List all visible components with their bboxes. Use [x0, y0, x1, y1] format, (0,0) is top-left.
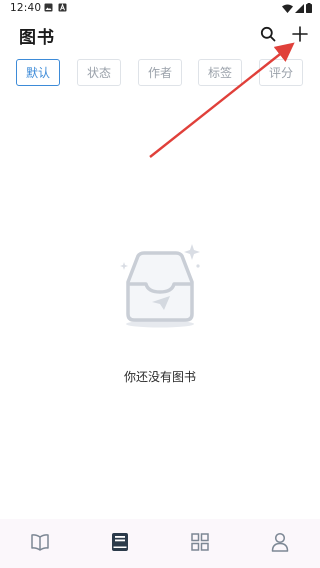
nav-profile[interactable] [268, 532, 292, 556]
status-time: 12:40 [10, 2, 42, 14]
bottom-nav [0, 519, 320, 568]
open-book-icon [30, 533, 50, 555]
sort-chip-status[interactable]: 状态 [77, 59, 121, 86]
empty-box-icon [112, 242, 208, 338]
sort-chip-tag[interactable]: 标签 [198, 59, 242, 86]
person-icon [271, 532, 289, 556]
notification-a-icon [58, 3, 67, 15]
nav-books[interactable] [108, 532, 132, 556]
sort-chips: 默认 状态 作者 标签 评分 [16, 59, 316, 88]
battery-icon [306, 3, 312, 16]
wifi-icon [282, 4, 293, 16]
plus-icon[interactable] [290, 24, 310, 44]
page-title: 图书 [19, 28, 55, 48]
sort-chip-label: 状态 [86, 66, 111, 80]
books-screen: 12:40 图书 默认 状态 作者 标签 评分 你还没有图书 [0, 0, 320, 568]
empty-message: 你还没有图书 [123, 370, 196, 384]
sort-chip-rating[interactable]: 评分 [259, 59, 303, 86]
signal-icon [295, 3, 304, 16]
status-bar: 12:40 [0, 0, 320, 16]
sort-chip-author[interactable]: 作者 [138, 59, 182, 86]
sort-chip-label: 评分 [268, 66, 293, 80]
sort-chip-label: 作者 [147, 66, 172, 80]
book-icon [111, 532, 129, 556]
status-indicators [282, 3, 312, 16]
sort-chip-label: 默认 [25, 66, 50, 80]
nav-reading[interactable] [28, 532, 52, 556]
sort-chip-label: 标签 [207, 66, 232, 80]
sort-chip-default[interactable]: 默认 [16, 59, 60, 86]
notification-image-icon [44, 3, 53, 15]
search-icon[interactable] [258, 24, 278, 44]
nav-categories[interactable] [188, 532, 212, 556]
grid-icon [191, 533, 209, 555]
